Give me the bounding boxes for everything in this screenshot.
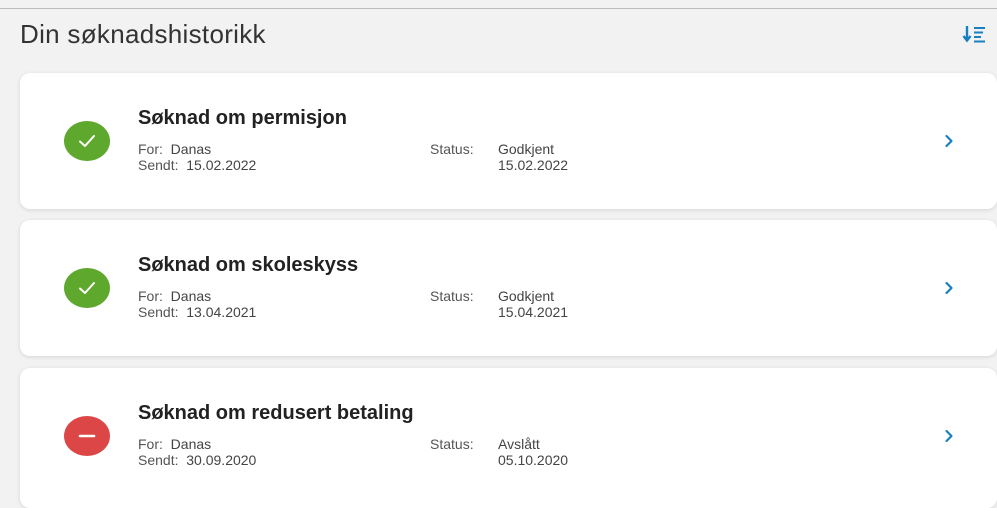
approved-status-badge bbox=[64, 268, 110, 308]
page-header: Din søknadshistorikk bbox=[20, 14, 990, 54]
status-date: 15.02.2022 bbox=[498, 157, 569, 173]
sent-label: Sendt: bbox=[138, 452, 179, 468]
rejected-status-badge bbox=[64, 416, 110, 456]
application-card[interactable]: Søknad om skoleskyss For: Danas Sendt: 1… bbox=[20, 220, 997, 356]
chevron-right-icon bbox=[945, 134, 953, 148]
open-details-button[interactable] bbox=[941, 426, 957, 446]
open-details-button[interactable] bbox=[941, 278, 957, 298]
status-label: Status: bbox=[430, 436, 474, 452]
application-meta: For: Danas Sendt: 13.04.2021 bbox=[138, 288, 256, 320]
for-value: Danas bbox=[170, 288, 212, 304]
status-value: Avslått bbox=[498, 436, 540, 452]
status-info: Status: Godkjent 15.02.2022 bbox=[430, 141, 568, 173]
status-label: Status: bbox=[430, 141, 474, 157]
for-label: For: bbox=[138, 436, 163, 452]
open-details-button[interactable] bbox=[941, 131, 957, 151]
application-meta: For: Danas Sendt: 15.02.2022 bbox=[138, 141, 256, 173]
sent-label: Sendt: bbox=[138, 157, 179, 173]
application-title: Søknad om redusert betaling bbox=[138, 402, 414, 424]
application-meta: For: Danas Sendt: 30.09.2020 bbox=[138, 436, 256, 468]
application-card[interactable]: Søknad om permisjon For: Danas Sendt: 15… bbox=[20, 73, 997, 209]
status-value: Godkjent bbox=[498, 288, 555, 304]
sent-label: Sendt: bbox=[138, 304, 179, 320]
status-label: Status: bbox=[430, 288, 474, 304]
status-info: Status: Avslått 05.10.2020 bbox=[430, 436, 568, 468]
sent-date: 30.09.2020 bbox=[186, 452, 257, 468]
top-divider bbox=[0, 8, 997, 9]
application-title: Søknad om skoleskyss bbox=[138, 254, 359, 276]
chevron-right-icon bbox=[945, 429, 953, 443]
status-date: 15.04.2021 bbox=[498, 304, 569, 320]
for-label: For: bbox=[138, 288, 163, 304]
minus-icon bbox=[78, 434, 96, 438]
chevron-right-icon bbox=[945, 281, 953, 295]
sent-date: 13.04.2021 bbox=[186, 304, 257, 320]
checkmark-icon bbox=[79, 282, 95, 294]
status-info: Status: Godkjent 15.04.2021 bbox=[430, 288, 568, 320]
sent-date: 15.02.2022 bbox=[186, 157, 257, 173]
sort-descending-icon bbox=[962, 26, 985, 43]
page-title: Din søknadshistorikk bbox=[20, 18, 266, 49]
application-title: Søknad om permisjon bbox=[138, 107, 347, 129]
checkmark-icon bbox=[79, 135, 95, 147]
sort-button[interactable] bbox=[958, 18, 990, 50]
application-card[interactable]: Søknad om redusert betaling For: Danas S… bbox=[20, 368, 997, 508]
for-value: Danas bbox=[170, 436, 212, 452]
approved-status-badge bbox=[64, 121, 110, 161]
status-value: Godkjent bbox=[498, 141, 555, 157]
for-value: Danas bbox=[170, 141, 212, 157]
for-label: For: bbox=[138, 141, 163, 157]
status-date: 05.10.2020 bbox=[498, 452, 569, 468]
